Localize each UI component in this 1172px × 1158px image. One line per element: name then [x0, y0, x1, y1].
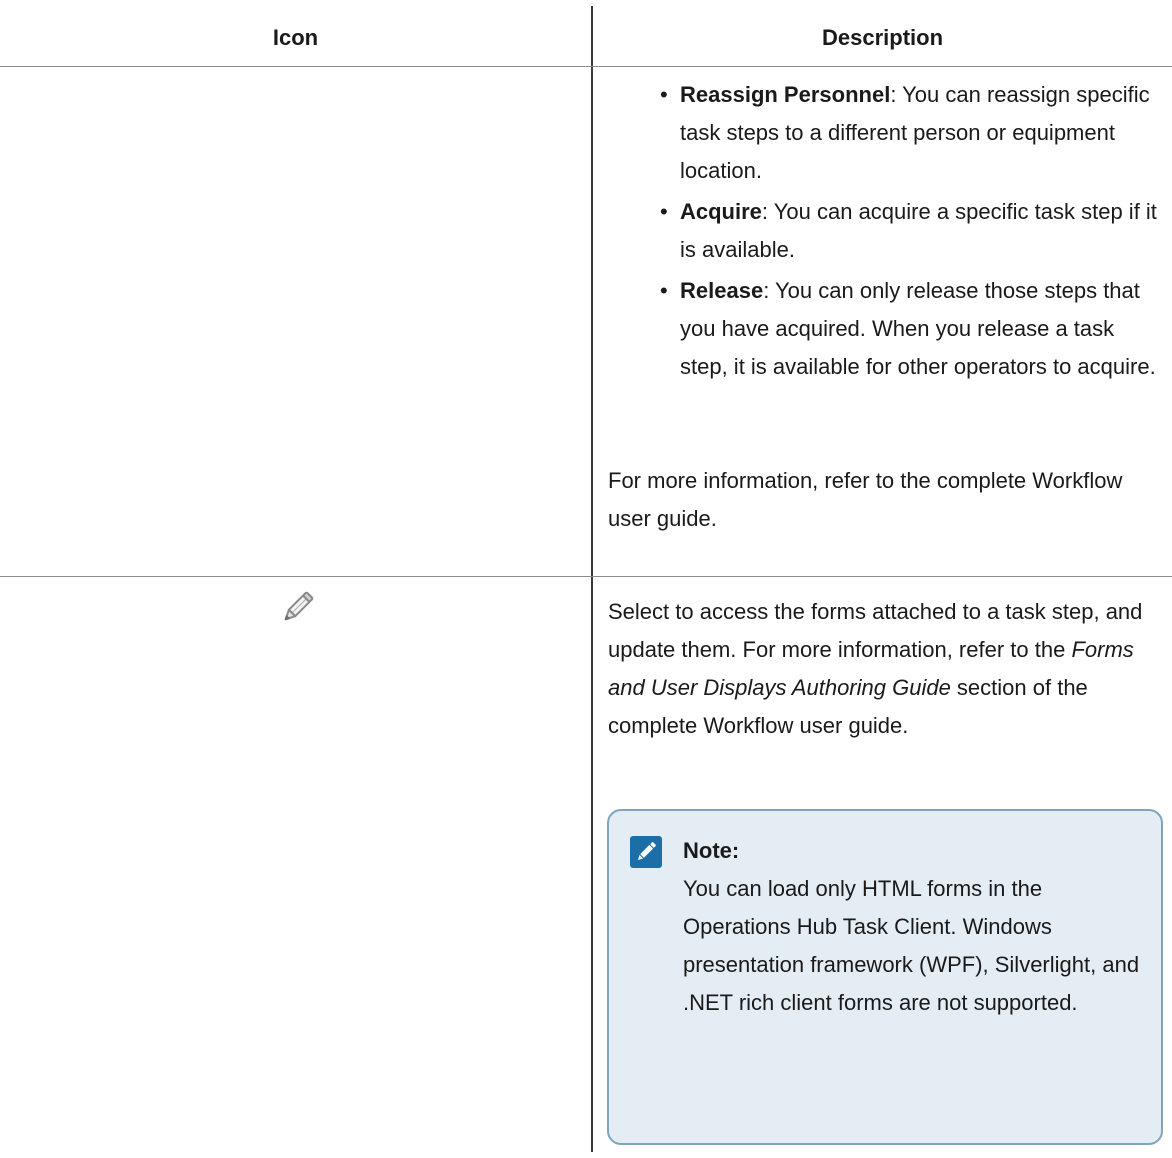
action-bullet-list: • Reassign Personnel: You can reassign s… — [660, 76, 1160, 389]
bullet-term: Release — [680, 278, 764, 303]
bullet-term: Reassign Personnel — [680, 82, 891, 107]
note-title: Note: — [683, 838, 740, 863]
column-divider — [591, 6, 593, 1152]
pencil-icon[interactable] — [277, 588, 317, 628]
note-callout: Note: You can load only HTML forms in th… — [607, 809, 1163, 1145]
pencil-note-icon — [630, 836, 662, 868]
row-rule — [0, 576, 1172, 577]
icon-description-table: Icon Description • Reassign Personnel: Y… — [0, 0, 1172, 1158]
more-information-text: For more information, refer to the compl… — [608, 468, 1123, 531]
bullet-dot: • — [660, 199, 668, 224]
bullet-dot: • — [660, 278, 668, 303]
note-body: You can load only HTML forms in the Oper… — [683, 876, 1140, 1015]
bullet-reassign-personnel: • Reassign Personnel: You can reassign s… — [660, 76, 1160, 190]
header-description: Description — [821, 25, 944, 50]
bullet-term: Acquire — [680, 199, 762, 224]
forms-description-lead: Select to access the forms attached to a… — [608, 599, 1143, 662]
forms-description: Select to access the forms attached to a… — [608, 593, 1168, 745]
bullet-acquire: • Acquire: You can acquire a specific ta… — [660, 193, 1160, 269]
header-rule — [0, 66, 1172, 67]
header-icon: Icon — [272, 25, 319, 50]
bullet-dot: • — [660, 82, 668, 107]
bullet-release: • Release: You can only release those st… — [660, 272, 1160, 386]
